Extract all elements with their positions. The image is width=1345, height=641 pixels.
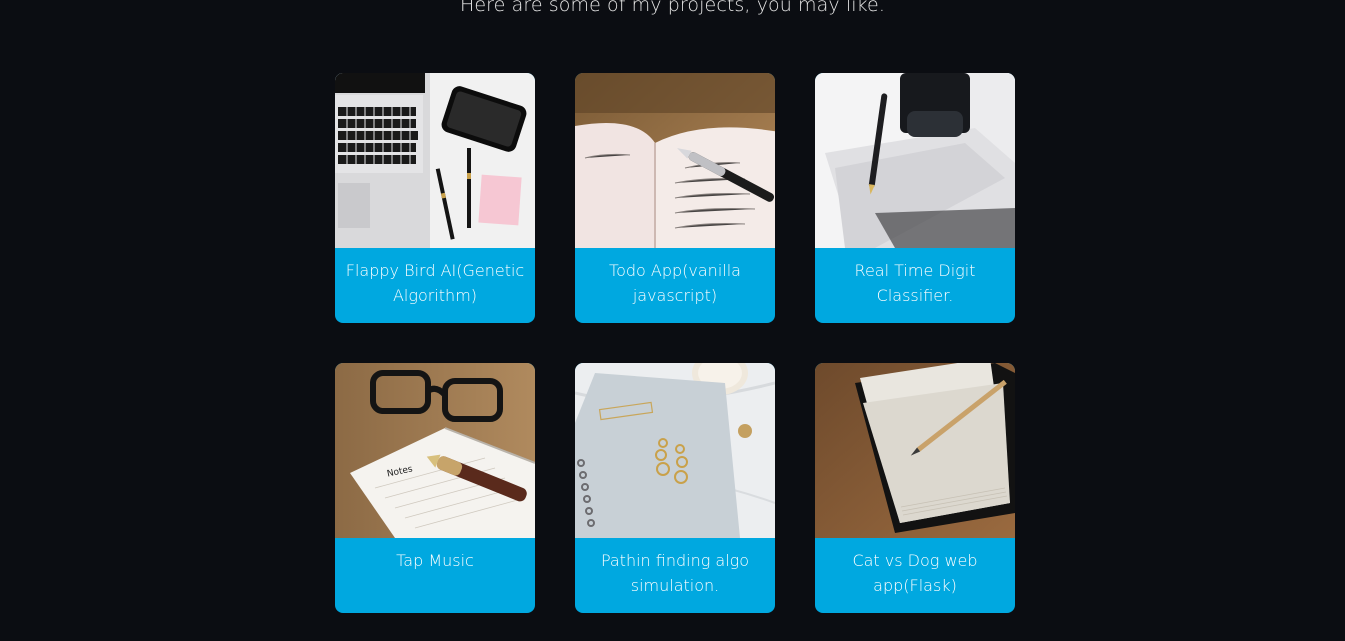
project-card-todo-app[interactable]: Todo App(vanilla javascript) — [575, 73, 775, 323]
notebook-earrings-photo — [575, 363, 775, 538]
project-card-flappy-bird[interactable]: Flappy Bird AI(Genetic Algorithm) — [335, 73, 535, 323]
glasses-notebook-photo: Notes — [335, 363, 535, 538]
project-title: Real Time Digit Classifier. — [854, 261, 976, 305]
project-title: Tap Music — [396, 551, 474, 570]
project-card-tap-music[interactable]: Notes Tap Music — [335, 363, 535, 613]
ink-pen-paper-photo — [815, 73, 1015, 248]
project-title: Todo App(vanilla javascript) — [609, 261, 741, 305]
laptop-phone-desk-photo — [335, 73, 535, 248]
project-card-digit-classifier[interactable]: Real Time Digit Classifier. — [815, 73, 1015, 323]
project-title: Flappy Bird AI(Genetic Algorithm) — [345, 261, 525, 305]
project-title: Cat vs Dog web app(Flask) — [852, 551, 978, 595]
open-notebook-pen-photo — [575, 73, 775, 248]
projects-intro-text: Here are some of my projects, you may li… — [460, 0, 885, 16]
notebook-pencil-photo — [815, 363, 1015, 538]
project-title: Pathin finding algo simulation. — [600, 551, 750, 595]
project-card-pathfinding[interactable]: Pathin finding algo simulation. — [575, 363, 775, 613]
project-card-cat-vs-dog[interactable]: Cat vs Dog web app(Flask) — [815, 363, 1015, 613]
projects-grid: Flappy Bird AI(Genetic Algorithm) Todo A… — [335, 73, 1015, 613]
